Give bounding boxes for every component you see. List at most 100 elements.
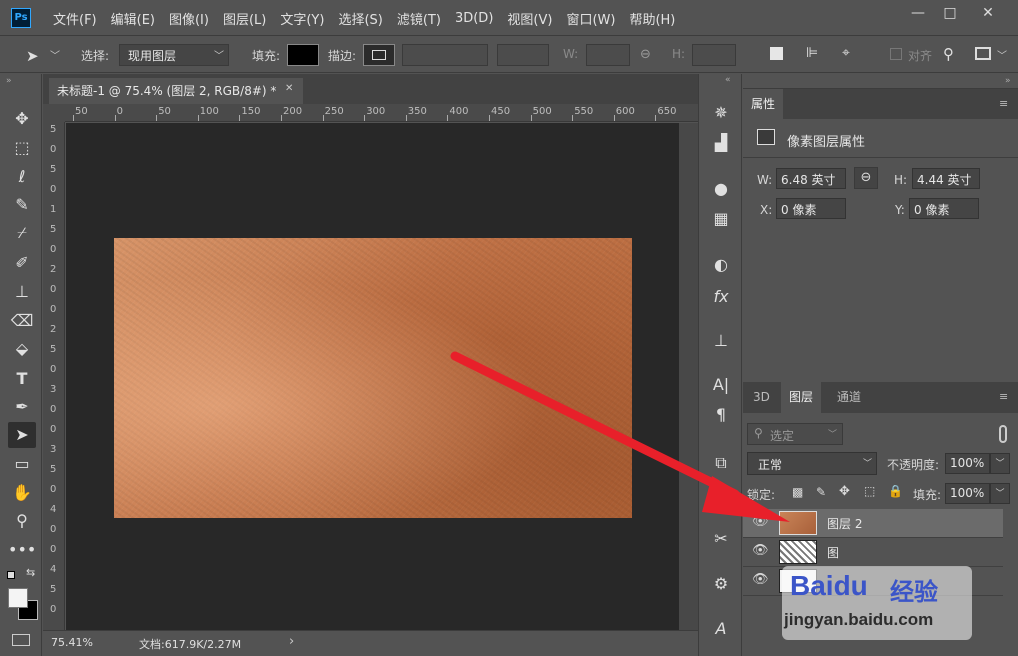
- layer-row[interactable]: 👁: [743, 567, 1003, 596]
- close-button[interactable]: ✕: [968, 0, 1008, 26]
- histogram-icon[interactable]: ▟: [707, 130, 735, 156]
- hand-tool-icon[interactable]: ✋: [8, 480, 36, 506]
- foreground-color-swatch[interactable]: [8, 588, 28, 608]
- rectangle-tool-icon[interactable]: ▭: [8, 451, 36, 477]
- styles-icon[interactable]: fx: [707, 284, 735, 310]
- path-operations-icon[interactable]: [770, 47, 783, 60]
- eyedropper-tool-icon[interactable]: ⌿: [8, 220, 36, 246]
- panel-menu-icon[interactable]: ≡: [999, 390, 1008, 403]
- marquee-tool-icon[interactable]: ⬚: [8, 135, 36, 161]
- lasso-tool-icon[interactable]: ℓ: [8, 164, 36, 190]
- quick-mask-icon[interactable]: [12, 634, 30, 646]
- paint-bucket-tool-icon[interactable]: ⬙: [8, 336, 36, 362]
- brush-settings-icon[interactable]: ⚙: [707, 571, 735, 597]
- chevron-down-icon[interactable]: ﹀: [990, 453, 1010, 474]
- width-field[interactable]: 6.48 英寸: [776, 168, 846, 189]
- x-field[interactable]: 0 像素: [776, 198, 846, 219]
- artboard-icon[interactable]: ⬚: [707, 480, 735, 506]
- tab-channels[interactable]: 通道: [829, 382, 869, 413]
- status-menu-arrow[interactable]: ›: [289, 634, 294, 649]
- collapse-icon[interactable]: »: [6, 76, 12, 86]
- type-tool-icon[interactable]: T: [8, 366, 36, 392]
- path-selection-tool-icon[interactable]: ➤: [8, 422, 36, 448]
- lock-pixels-icon[interactable]: ✎: [816, 485, 826, 499]
- fill-field[interactable]: 100%: [945, 483, 990, 504]
- blend-mode-dropdown[interactable]: 正常 ﹀: [747, 452, 877, 475]
- character-icon[interactable]: A|: [707, 372, 735, 398]
- tab-3d[interactable]: 3D: [745, 382, 778, 413]
- opacity-field[interactable]: 100%: [945, 453, 990, 474]
- menu-3d[interactable]: 3D(D): [448, 11, 500, 26]
- align-icon[interactable]: ⊫: [806, 45, 818, 61]
- menu-type[interactable]: 文字(Y): [273, 9, 331, 28]
- pen-tool-icon[interactable]: ✒: [8, 394, 36, 420]
- tool-presets-icon[interactable]: ✂: [707, 526, 735, 552]
- width-field[interactable]: [586, 44, 630, 66]
- brush-tool-icon[interactable]: ✐: [8, 250, 36, 276]
- link-icon[interactable]: ⊖: [640, 47, 651, 62]
- workspace-icon[interactable]: [975, 47, 991, 60]
- height-field[interactable]: 4.44 英寸: [912, 168, 980, 189]
- move-tool-icon[interactable]: ✥: [8, 106, 36, 132]
- collapse-icon[interactable]: «: [725, 75, 731, 85]
- collapse-icon[interactable]: »: [1005, 76, 1011, 86]
- leather-image-layer[interactable]: [114, 238, 632, 518]
- document-tab[interactable]: 未标题-1 @ 75.4% (图层 2, RGB/8#) * ✕: [49, 78, 303, 104]
- select-dropdown[interactable]: 现用图层 ﹀: [119, 44, 229, 66]
- lock-artboard-icon[interactable]: ⬚: [864, 484, 875, 498]
- swap-colors-icon[interactable]: ⇆: [26, 566, 35, 579]
- lock-position-icon[interactable]: ✥: [839, 484, 850, 499]
- layer-row[interactable]: 👁 图: [743, 538, 1003, 567]
- vertical-scrollbar[interactable]: [679, 123, 698, 630]
- menu-view[interactable]: 视图(V): [500, 9, 559, 28]
- align-edges-checkbox[interactable]: [890, 48, 902, 60]
- filter-toggle[interactable]: [999, 425, 1007, 443]
- menu-filter[interactable]: 滤镜(T): [390, 9, 448, 28]
- search-icon[interactable]: ⚲: [943, 45, 954, 63]
- visibility-eye-icon[interactable]: 👁: [752, 572, 769, 590]
- paragraph-icon[interactable]: ¶: [707, 402, 735, 428]
- lock-all-icon[interactable]: 🔒: [888, 484, 903, 498]
- menu-layer[interactable]: 图层(L): [216, 9, 273, 28]
- navigator-icon[interactable]: ✵: [707, 100, 735, 126]
- menu-image[interactable]: 图像(I): [162, 9, 216, 28]
- stamp-tool-icon[interactable]: ⊥: [8, 279, 36, 305]
- lock-transparent-icon[interactable]: ▩: [792, 485, 803, 499]
- glyphs-icon[interactable]: A: [707, 616, 735, 642]
- clone-source-icon[interactable]: ⊥: [707, 328, 735, 354]
- layer-comps-icon[interactable]: ⧉: [707, 450, 735, 476]
- chevron-down-icon[interactable]: ﹀: [997, 47, 1007, 62]
- stroke-type-field[interactable]: [497, 44, 549, 66]
- restore-button[interactable]: □: [930, 0, 970, 26]
- default-colors-icon[interactable]: [7, 571, 15, 579]
- eraser-tool-icon[interactable]: ⌫: [8, 308, 36, 334]
- arrange-icon[interactable]: ⌖: [842, 45, 850, 61]
- more-tools-icon[interactable]: •••: [8, 537, 36, 563]
- zoom-tool-icon[interactable]: ⚲: [8, 508, 36, 534]
- menu-edit[interactable]: 编辑(E): [104, 9, 162, 28]
- link-icon[interactable]: ⊖: [854, 167, 878, 189]
- chevron-down-icon[interactable]: ﹀: [990, 483, 1010, 504]
- layer-filter-dropdown[interactable]: ⚲ 选定 ﹀: [747, 423, 843, 445]
- height-field[interactable]: [692, 44, 736, 66]
- panel-menu-icon[interactable]: ≡: [999, 97, 1008, 110]
- tab-properties[interactable]: 属性: [743, 89, 784, 119]
- quick-select-tool-icon[interactable]: ✎: [8, 192, 36, 218]
- fill-swatch[interactable]: [287, 44, 319, 66]
- menu-file[interactable]: 文件(F): [46, 9, 104, 28]
- layer-row[interactable]: 👁 图层 2: [743, 509, 1003, 538]
- visibility-eye-icon[interactable]: 👁: [752, 514, 769, 532]
- close-tab-icon[interactable]: ✕: [285, 83, 293, 94]
- adjustments-icon[interactable]: ◐: [707, 252, 735, 278]
- stroke-swatch[interactable]: [363, 44, 395, 66]
- zoom-level[interactable]: 75.41%: [51, 636, 93, 649]
- swatches-icon[interactable]: ▦: [707, 206, 735, 232]
- menu-window[interactable]: 窗口(W): [559, 9, 622, 28]
- stroke-width-field[interactable]: [402, 44, 488, 66]
- chevron-down-icon[interactable]: ﹀: [50, 47, 60, 62]
- move-arrow-icon[interactable]: ➤: [26, 47, 42, 65]
- tab-layers[interactable]: 图层: [781, 382, 822, 413]
- menu-select[interactable]: 选择(S): [331, 9, 389, 28]
- color-icon[interactable]: ●: [707, 176, 735, 202]
- menu-help[interactable]: 帮助(H): [622, 9, 682, 28]
